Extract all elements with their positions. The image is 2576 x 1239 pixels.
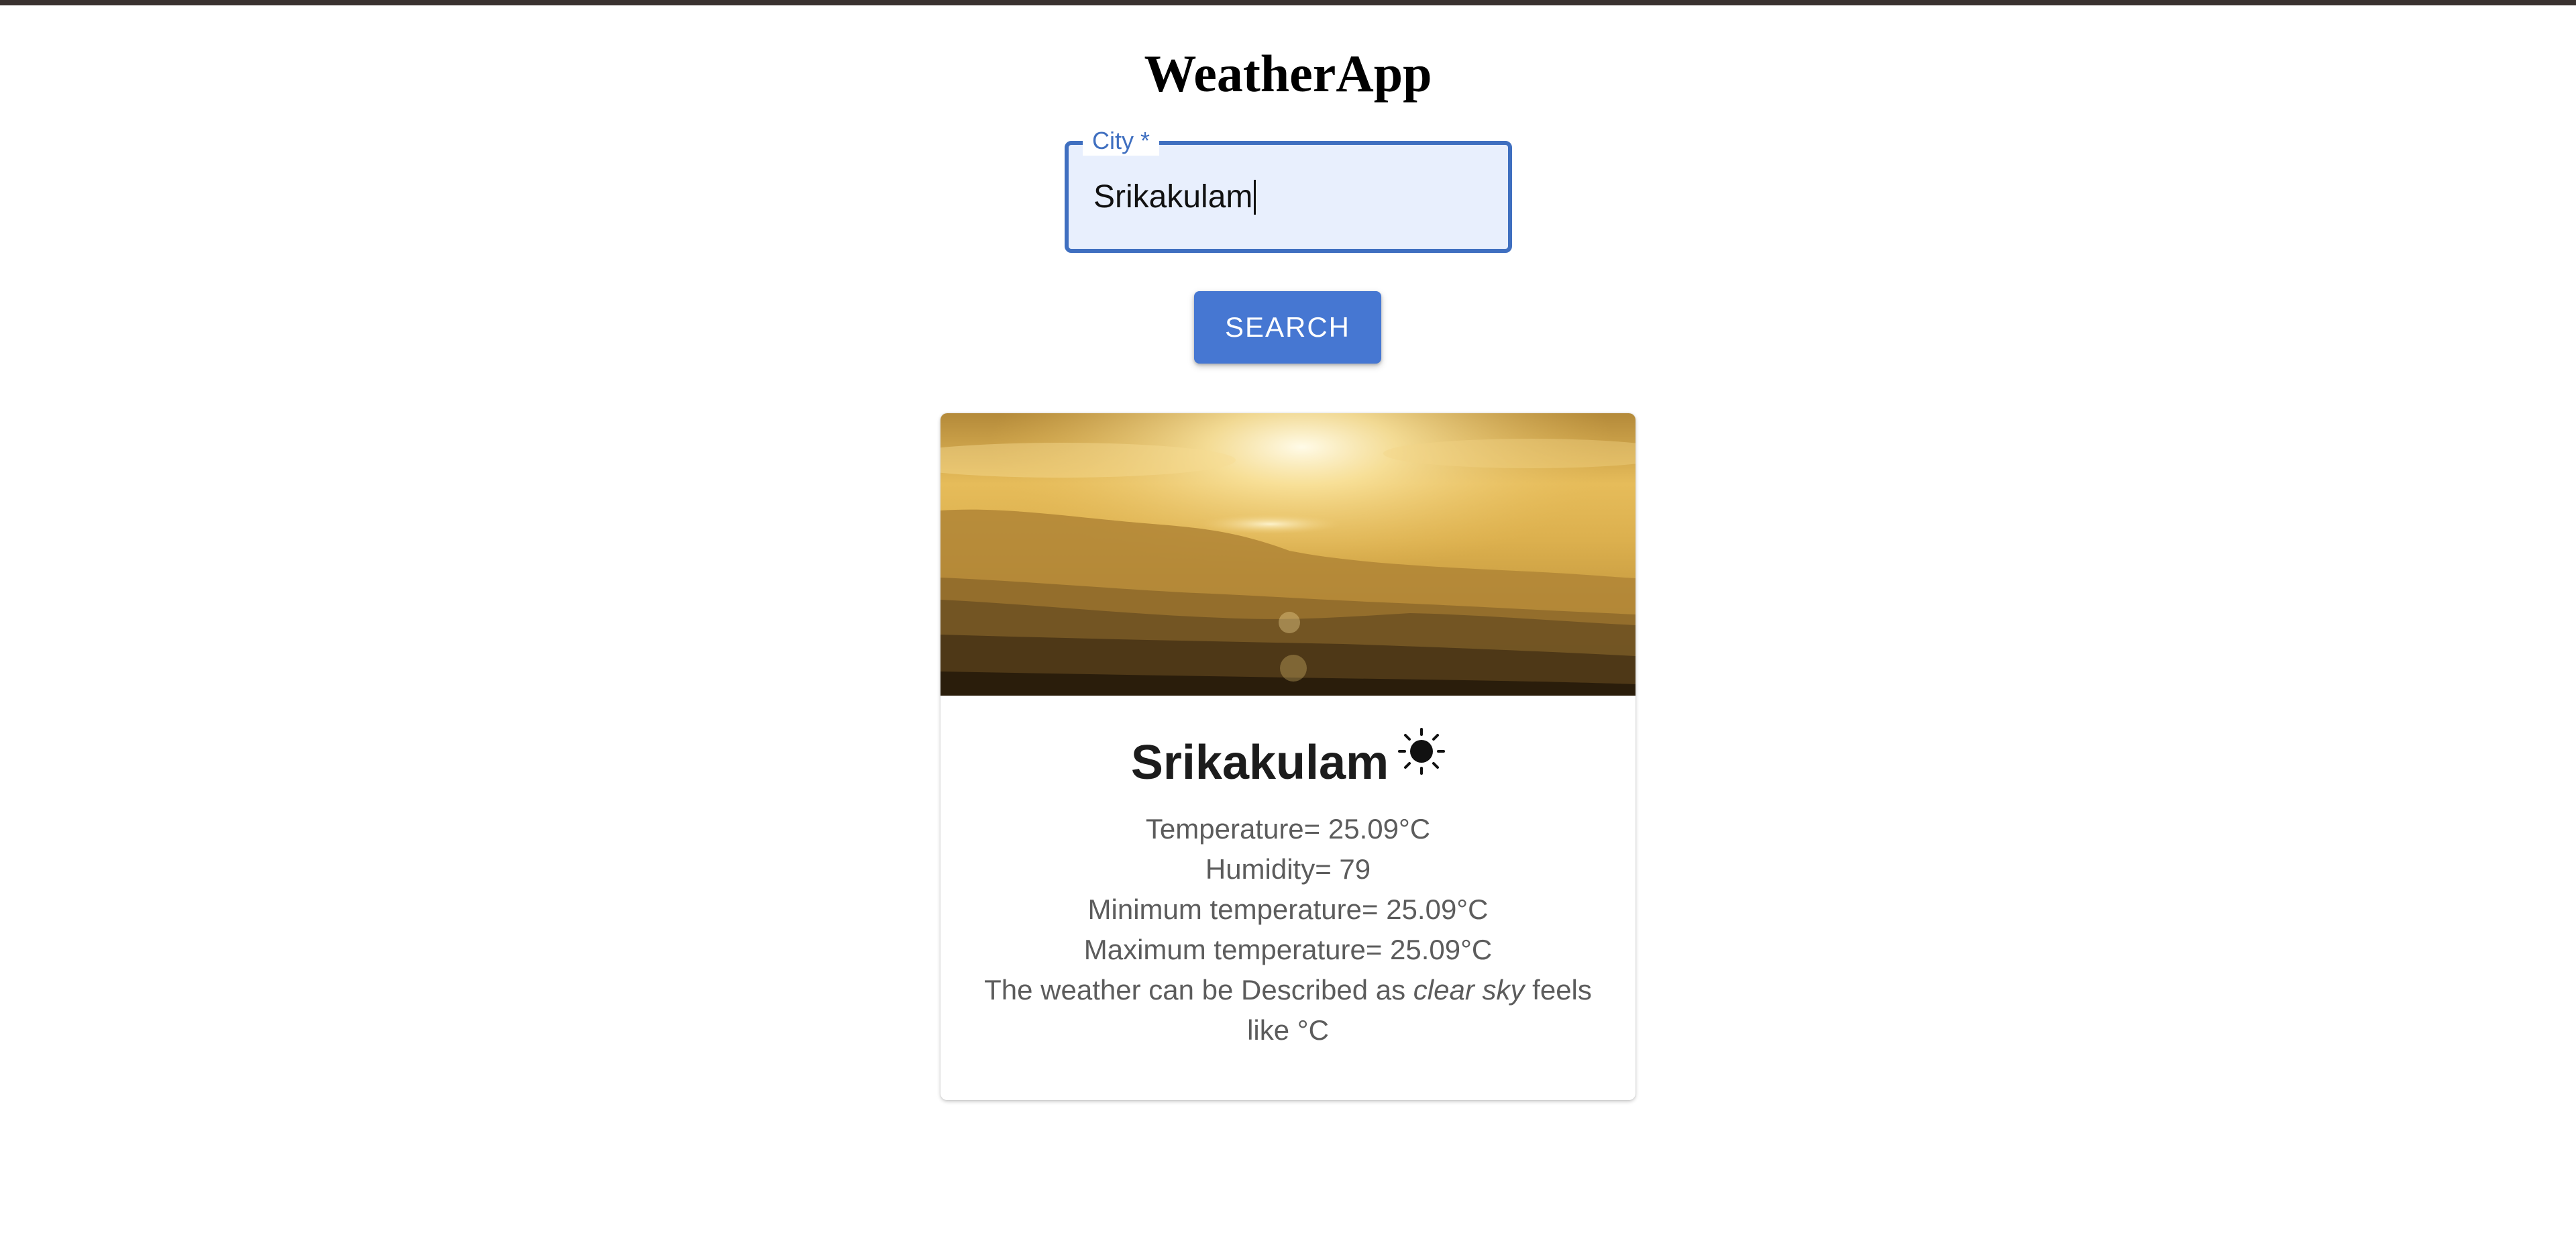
sun-icon [1398,728,1446,775]
text-caret [1254,180,1256,215]
city-input-value: Srikakulam [1093,179,1253,215]
top-border [0,0,2576,5]
city-field-label: City * [1083,126,1160,156]
search-button[interactable]: SEARCH [1194,291,1381,364]
weather-image [941,413,1635,696]
humidity-line: Humidity= 79 [1205,853,1371,885]
weather-description-line: The weather can be Described as clear sk… [941,970,1635,1010]
city-name: Srikakulam [0,728,2576,793]
feels-like-line: like °C [1247,1014,1329,1046]
min-temperature-line: Minimum temperature= 25.09°C [1087,894,1489,925]
temperature-line: Temperature= 25.09°C [1145,813,1431,845]
weather-description: clear sky [1413,974,1525,1006]
description-prefix: The weather can be Described as [984,974,1406,1006]
app-title: WeatherApp [1144,44,1432,103]
city-input[interactable]: Srikakulam [1093,176,1489,219]
description-suffix: feels [1532,974,1592,1006]
city-name-text: Srikakulam [1130,736,1389,790]
max-temperature-line: Maximum temperature= 25.09°C [1083,934,1493,965]
